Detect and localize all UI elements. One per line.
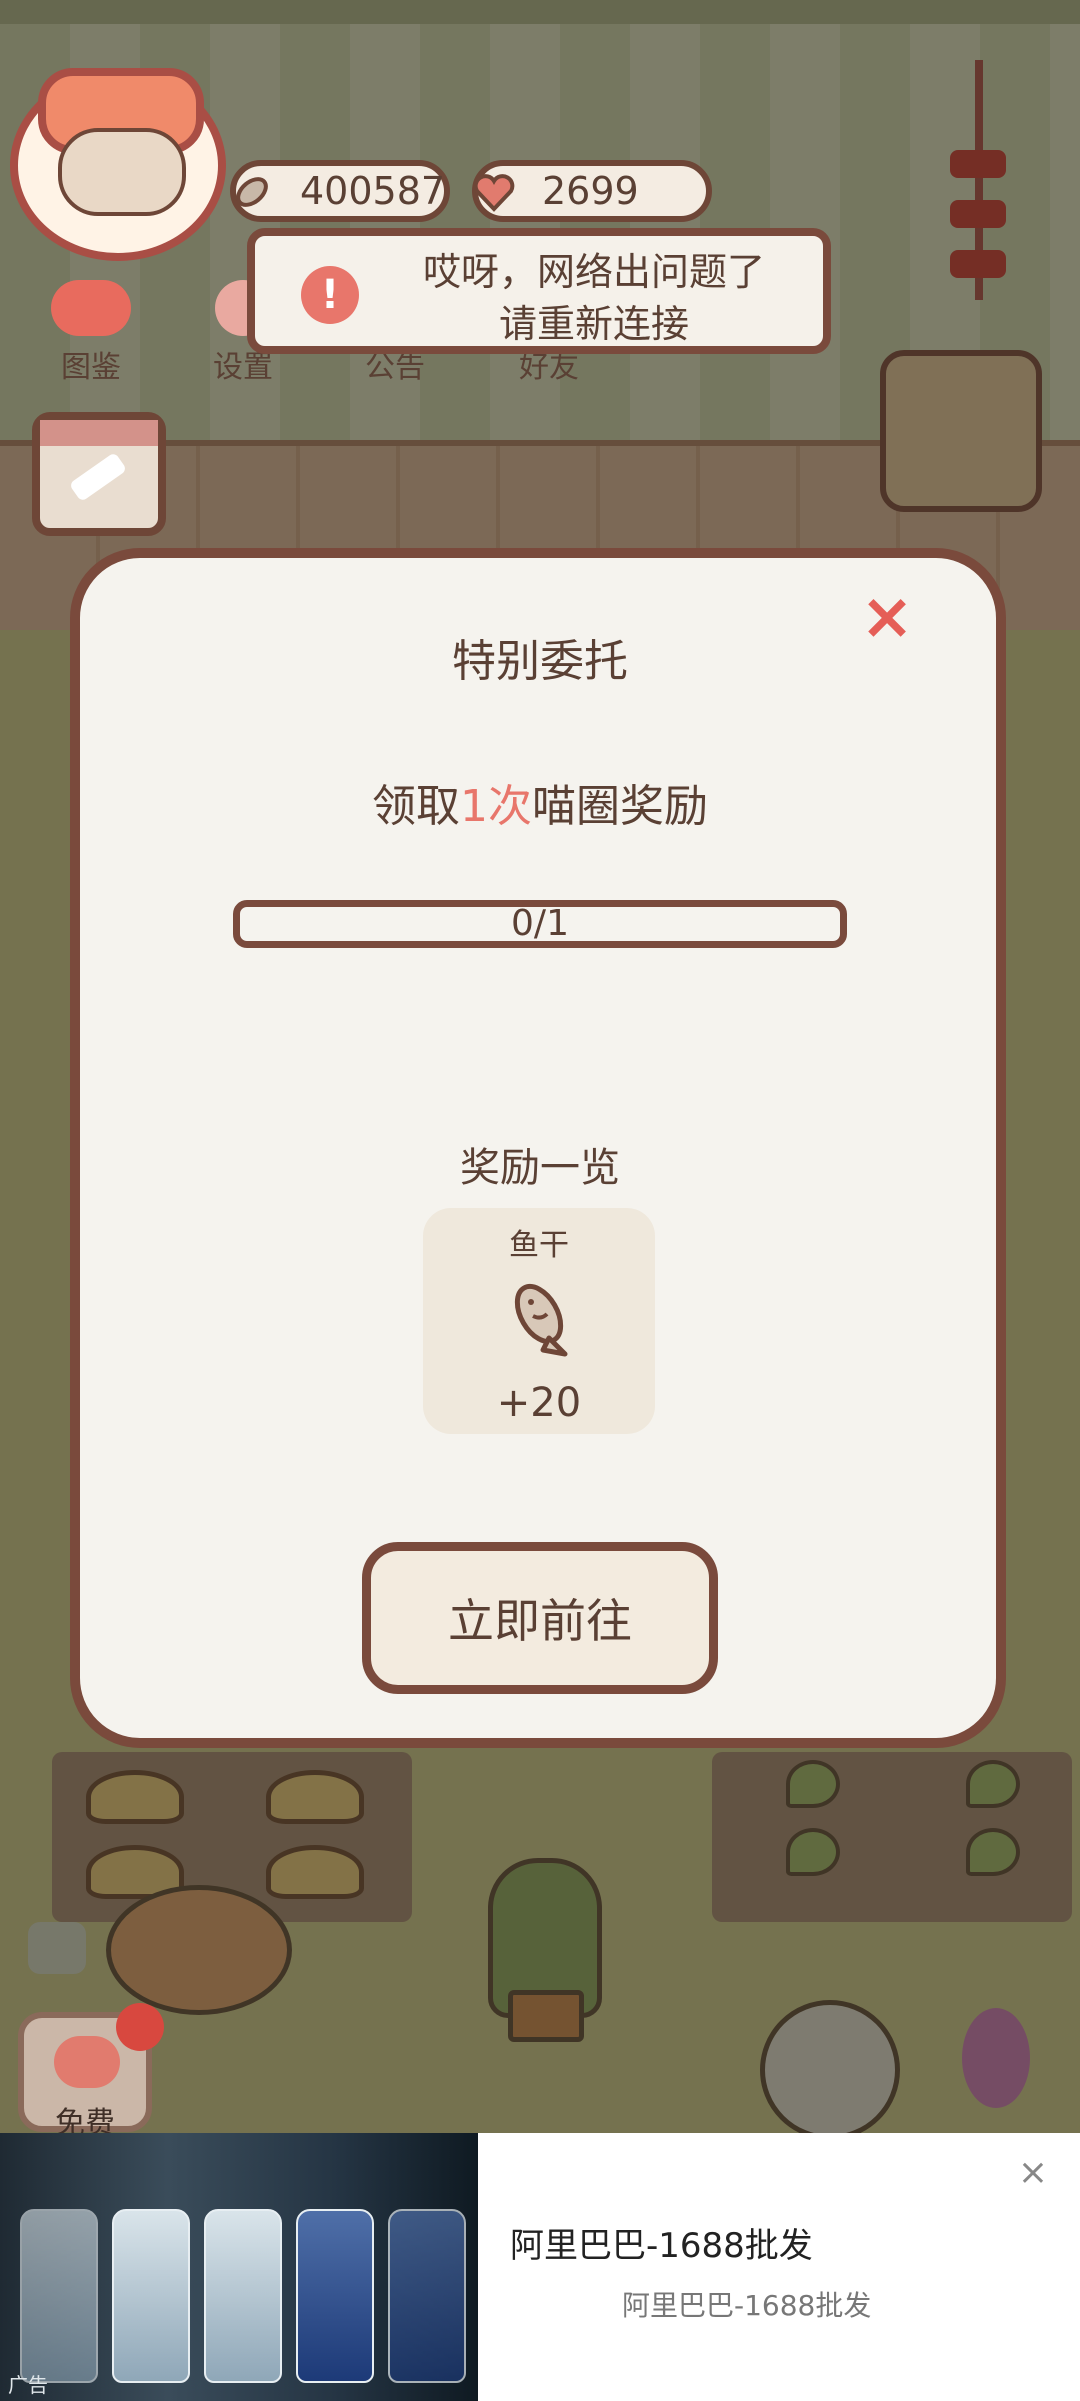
task-suffix: 喵圈奖励 [532,781,708,832]
reward-amount: +20 [496,1380,582,1426]
toast-line-2: 请重新连接 [498,302,689,346]
ad-title[interactable]: 阿里巴巴-1688批发 [510,2218,813,2267]
fish-currency[interactable]: 400587 [230,160,450,222]
reward-heading: 奖励一览 [460,1145,620,1191]
task-prefix: 领取 [372,781,460,832]
fish-count: 400587 [300,169,446,213]
go-now-button[interactable]: 立即前往 [362,1542,718,1694]
bottle-image [296,2209,374,2383]
heart-currency[interactable]: 2699 [472,160,712,222]
heart-icon [54,2036,120,2088]
bottle-image [20,2209,98,2383]
ad-image[interactable]: 广告 [0,2133,478,2401]
calendar-header [40,420,158,446]
reward-name: 鱼干 [509,1228,569,1263]
task-count: 1次 [460,781,532,832]
calendar-button[interactable] [32,412,166,536]
progress-text: 0/1 [511,903,569,944]
cat-book-icon [51,280,131,336]
bottle-image [388,2209,466,2383]
dialog-title: 特别委托 [452,636,628,687]
bottle-image [204,2209,282,2383]
toast-line-1: 哎呀，网络出问题了 [422,250,765,294]
network-error-toast: ! 哎呀，网络出问题了 请重新连接 [247,228,831,354]
ad-subtitle: 阿里巴巴-1688批发 [622,2289,872,2322]
reward-item-card[interactable]: 鱼干 +20 [423,1208,655,1434]
task-progress-bar: 0/1 [233,900,847,948]
fish-icon [503,1280,579,1360]
fish-icon [220,160,284,224]
alert-icon: ! [301,266,359,324]
heart-count: 2699 [542,169,639,213]
avatar-portrait [58,128,186,216]
toast-message: 哎呀，网络出问题了 请重新连接 [385,246,803,350]
ad-tag: 广告 [8,2373,48,2397]
go-now-label: 立即前往 [448,1594,632,1648]
task-description: 领取1次喵圈奖励 [0,770,1080,834]
notification-dot [116,2003,164,2051]
toolbar-label: 公告 [365,350,425,385]
bottle-image [112,2209,190,2383]
pencil-icon [68,451,128,503]
toolbar-label: 好友 [519,350,579,385]
cloud-icon[interactable] [28,1922,86,1974]
toolbar-label: 图鉴 [61,350,121,385]
ad-banner[interactable]: 广告 [0,2133,1080,2401]
toolbar-item-collection[interactable]: 图鉴 [36,280,146,386]
player-avatar[interactable] [10,68,226,261]
ad-close-icon[interactable]: × [1016,2155,1050,2191]
toolbar-label: 设置 [213,350,273,385]
heart-icon [462,160,526,224]
